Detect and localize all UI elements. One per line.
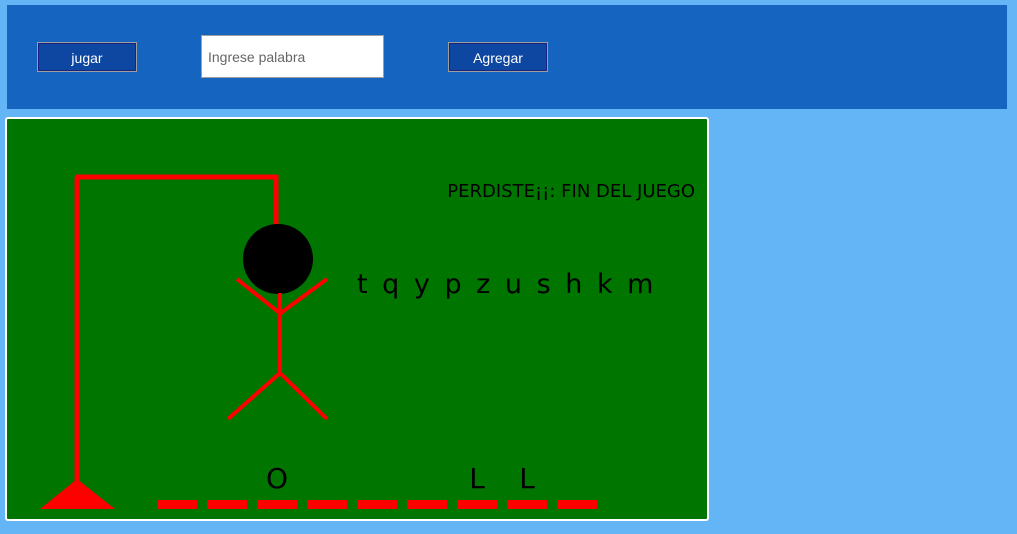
letter-slot-line (257, 500, 297, 509)
figure-head (243, 224, 313, 294)
letter-slot: L (469, 462, 485, 495)
hangman-drawing (40, 174, 597, 509)
game-status-text: PERDISTE¡¡: FIN DEL JUEGO (447, 181, 695, 202)
letter-slot-line (457, 500, 497, 509)
figure-left-leg (226, 371, 282, 421)
gallows-base (40, 479, 115, 509)
figure-body (226, 277, 329, 421)
wrong-letters: t q y p z u s h k m (357, 269, 657, 300)
figure-right-leg (278, 371, 329, 421)
letter-slot-lines (157, 500, 597, 509)
hangman-board: PERDISTE¡¡: FIN DEL JUEGO t q y p z u s … (5, 117, 709, 521)
letter-slot-line (357, 500, 397, 509)
letter-slot-line (557, 500, 597, 509)
play-button[interactable]: jugar (37, 42, 137, 72)
add-word-button[interactable]: Agregar (448, 42, 548, 72)
letter-slot-line (307, 500, 347, 509)
letter-slot-line (407, 500, 447, 509)
letter-slot: L (519, 462, 535, 495)
letter-slot-line (507, 500, 547, 509)
word-input[interactable] (201, 35, 384, 78)
letter-slot-line (157, 500, 197, 509)
letter-slot-line (207, 500, 247, 509)
top-toolbar: jugar Agregar (7, 5, 1007, 109)
letter-slot: O (265, 462, 289, 495)
gallows (74, 174, 279, 487)
